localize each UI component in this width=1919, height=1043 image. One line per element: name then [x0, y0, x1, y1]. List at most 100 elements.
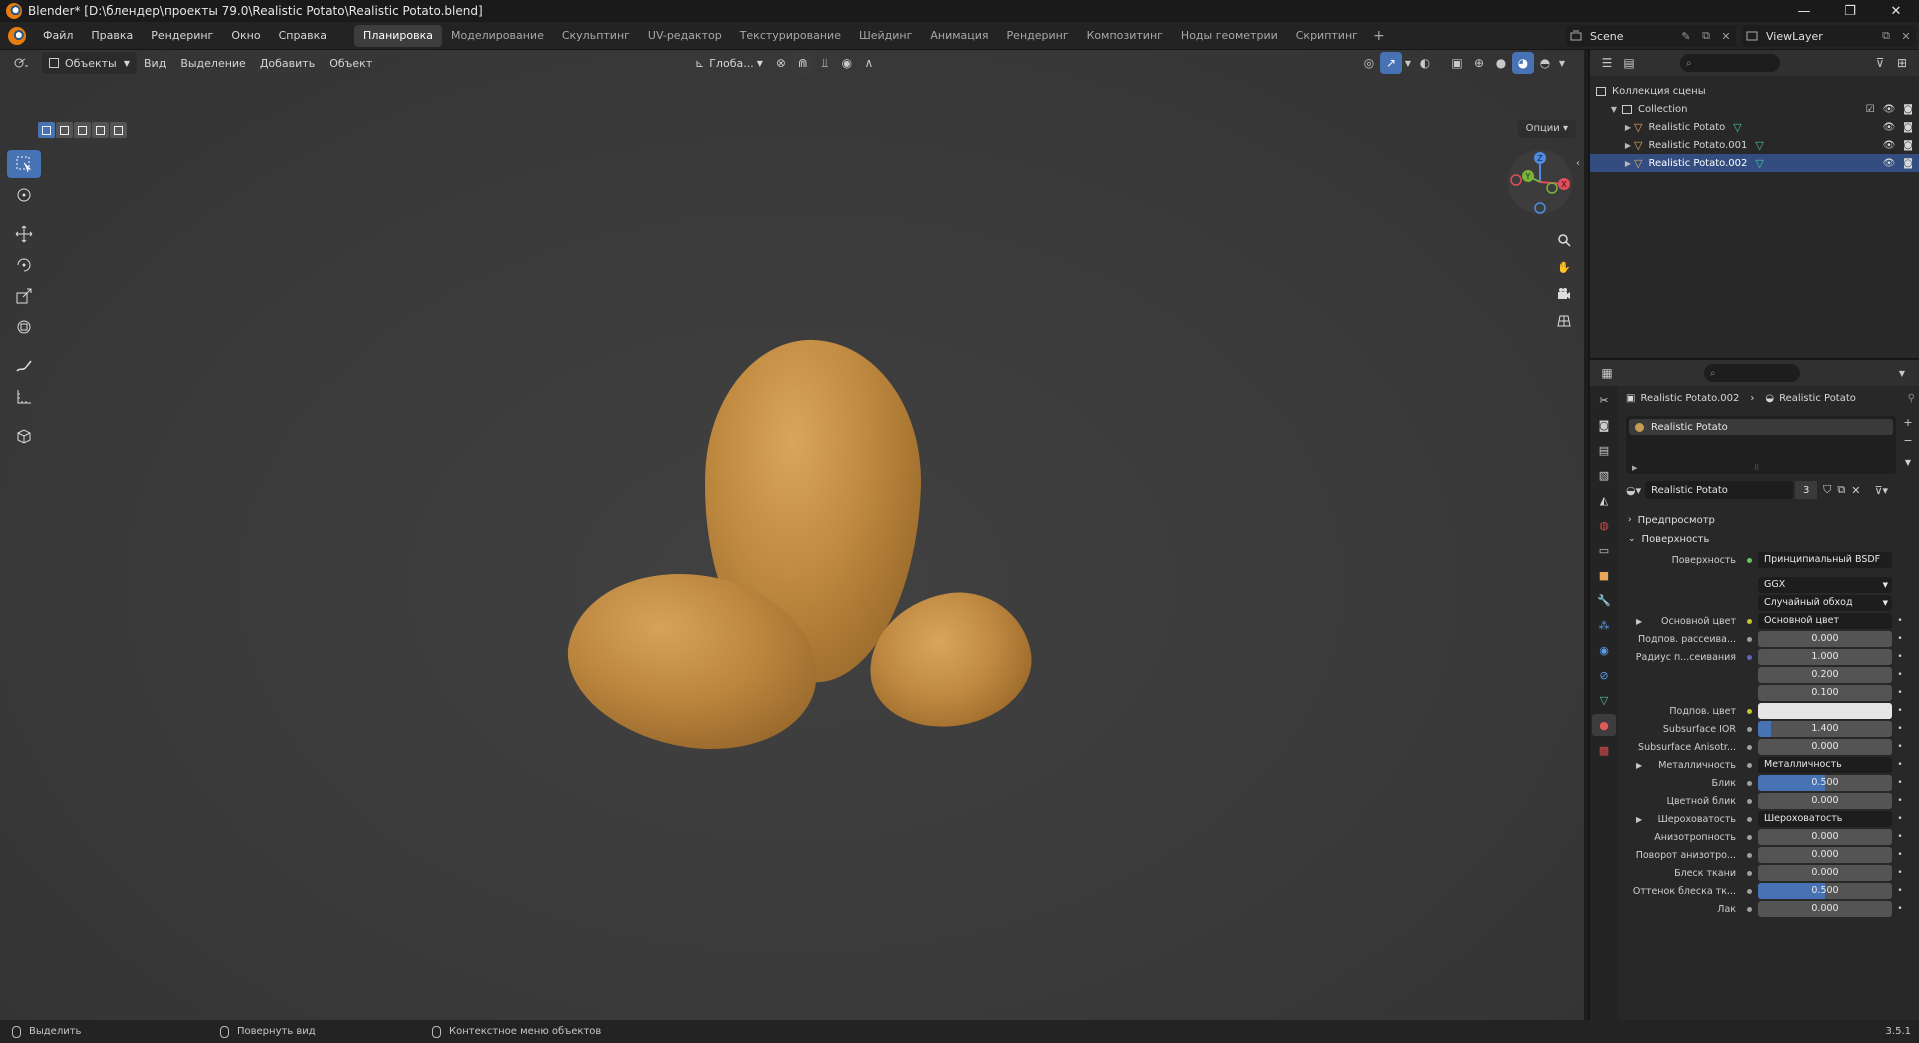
menu-view[interactable]: Вид: [137, 52, 173, 74]
property-value-field[interactable]: 0.000: [1758, 631, 1892, 647]
keyframe-dot-icon[interactable]: •: [1894, 778, 1906, 788]
new-scene-icon[interactable]: ⧉: [1696, 27, 1716, 45]
view-layer-name[interactable]: ViewLayer: [1766, 30, 1876, 43]
filter-icon[interactable]: ⊽: [1869, 52, 1891, 74]
socket-icon[interactable]: [1744, 742, 1754, 752]
eye-icon[interactable]: 👁: [1883, 104, 1896, 115]
interaction-mode-dropdown[interactable]: Объекты ▼: [42, 52, 137, 74]
keyframe-dot-icon[interactable]: •: [1894, 616, 1906, 626]
xray-icon[interactable]: ▣: [1446, 52, 1468, 74]
outliner-item-potato-002[interactable]: ▶ ▽ Realistic Potato.002 ▽ 👁 ◙: [1590, 154, 1919, 172]
remove-view-layer-icon[interactable]: ✕: [1896, 27, 1916, 45]
checkbox-icon[interactable]: ☑: [1866, 104, 1875, 115]
menu-window[interactable]: Окно: [222, 25, 269, 47]
menu-add[interactable]: Добавить: [253, 52, 322, 74]
gizmo-dropdown-icon[interactable]: ▼: [1402, 52, 1414, 74]
cursor-tool-icon[interactable]: [7, 181, 41, 209]
socket-icon[interactable]: [1744, 706, 1754, 716]
tab-sculpting[interactable]: Скульптинг: [553, 25, 639, 47]
material-users-count[interactable]: 3: [1795, 481, 1818, 499]
menu-render[interactable]: Рендеринг: [142, 25, 222, 47]
expand-input-icon[interactable]: ▶: [1636, 617, 1642, 626]
rendered-shading-icon[interactable]: ◓: [1534, 52, 1556, 74]
socket-icon[interactable]: [1744, 778, 1754, 788]
material-preview-shading-icon[interactable]: ◕: [1512, 52, 1534, 74]
outliner-editor-type-icon[interactable]: ☰: [1596, 52, 1618, 74]
tab-uv-editing[interactable]: UV-редактор: [639, 25, 731, 47]
tab-animation[interactable]: Анимация: [921, 25, 997, 47]
expand-icon[interactable]: ▶: [1622, 159, 1634, 168]
property-value-field[interactable]: [1758, 703, 1892, 719]
unlink-material-icon[interactable]: ✕: [1851, 484, 1860, 497]
keyframe-dot-icon[interactable]: •: [1894, 706, 1906, 716]
transform-tool-icon[interactable]: [7, 313, 41, 341]
property-value-field[interactable]: 1.000: [1758, 649, 1892, 665]
property-value-field[interactable]: 0.100: [1758, 685, 1892, 701]
property-value-field[interactable]: 0.000: [1758, 829, 1892, 845]
select-mode-intersect-icon[interactable]: [110, 122, 127, 138]
tab-geometry-nodes[interactable]: Ноды геометрии: [1172, 25, 1287, 47]
sidebar-toggle-icon[interactable]: ‹: [1576, 158, 1580, 169]
scale-tool-icon[interactable]: [7, 282, 41, 310]
socket-icon[interactable]: [1744, 832, 1754, 842]
mesh-data-icon[interactable]: ▽: [1733, 121, 1741, 134]
property-value-field[interactable]: 0.500: [1758, 883, 1892, 899]
rotate-tool-icon[interactable]: [7, 251, 41, 279]
eye-icon[interactable]: 👁: [1883, 122, 1896, 133]
mesh-data-icon[interactable]: ▽: [1755, 157, 1763, 170]
keyframe-dot-icon[interactable]: •: [1894, 760, 1906, 770]
surface-shader-field[interactable]: Принципиальный BSDF: [1758, 552, 1892, 568]
socket-icon[interactable]: [1744, 616, 1754, 626]
property-value-field[interactable]: 0.500: [1758, 775, 1892, 791]
blender-menu-icon[interactable]: [8, 26, 26, 45]
gizmo-toggle-icon[interactable]: ↗: [1380, 52, 1402, 74]
annotate-tool-icon[interactable]: [7, 352, 41, 380]
fake-user-icon[interactable]: ⛉: [1823, 483, 1831, 497]
keyframe-dot-icon[interactable]: •: [1894, 724, 1906, 734]
socket-icon[interactable]: [1744, 904, 1754, 914]
options-dropdown[interactable]: Опции ▾: [1517, 120, 1576, 138]
properties-search-input[interactable]: ⌕: [1704, 364, 1800, 382]
select-box-tool-icon[interactable]: [7, 150, 41, 178]
keyframe-dot-icon[interactable]: •: [1894, 796, 1906, 806]
camera-view-icon[interactable]: [1552, 282, 1576, 306]
chevron-down-icon[interactable]: ▼: [1891, 362, 1913, 384]
select-mode-subtract-icon[interactable]: [74, 122, 91, 138]
keyframe-dot-icon[interactable]: •: [1894, 634, 1906, 644]
transform-orientation-dropdown[interactable]: ⊾ Глоба... ▼: [688, 52, 770, 74]
select-mode-invert-icon[interactable]: [92, 122, 109, 138]
socket-icon[interactable]: [1744, 652, 1754, 662]
browse-material-icon[interactable]: ◒▾: [1626, 484, 1641, 497]
menu-edit[interactable]: Правка: [82, 25, 142, 47]
data-tab-icon[interactable]: ▽: [1592, 689, 1616, 711]
keyframe-dot-icon[interactable]: •: [1894, 688, 1906, 698]
move-tool-icon[interactable]: [7, 220, 41, 248]
keyframe-dot-icon[interactable]: •: [1894, 832, 1906, 842]
visibility-filter-icon[interactable]: ◎: [1358, 52, 1380, 74]
tool-tab-icon[interactable]: ✂: [1592, 389, 1616, 411]
socket-icon[interactable]: [1744, 886, 1754, 896]
property-value-field[interactable]: Металличность: [1758, 757, 1892, 773]
keyframe-dot-icon[interactable]: •: [1894, 868, 1906, 878]
overlays-icon[interactable]: ◐: [1414, 52, 1436, 74]
editor-type-icon[interactable]: [6, 52, 36, 74]
pin-icon[interactable]: ⚲: [1908, 393, 1915, 404]
scene-name[interactable]: Scene: [1590, 30, 1676, 43]
outliner-scene-collection[interactable]: Коллекция сцены: [1590, 82, 1919, 100]
solid-shading-icon[interactable]: ●: [1490, 52, 1512, 74]
preview-panel-header[interactable]: › Предпросмотр: [1620, 510, 1919, 530]
select-mode-new-icon[interactable]: [38, 122, 55, 138]
remove-slot-icon[interactable]: −: [1899, 434, 1917, 450]
properties-editor-type-icon[interactable]: ▦: [1596, 362, 1618, 384]
navigation-gizmo[interactable]: Z X Y: [1506, 148, 1574, 216]
tab-compositing[interactable]: Композитинг: [1078, 25, 1172, 47]
texture-tab-icon[interactable]: ▩: [1592, 739, 1616, 761]
menu-select[interactable]: Выделение: [173, 52, 253, 74]
pin-icon[interactable]: ✎: [1676, 27, 1696, 45]
link-type-icon[interactable]: ⊽▾: [1874, 484, 1888, 497]
scene-tab-icon[interactable]: ◭: [1592, 489, 1616, 511]
socket-icon[interactable]: [1744, 634, 1754, 644]
tab-scripting[interactable]: Скриптинг: [1287, 25, 1367, 47]
constraints-tab-icon[interactable]: ⊘: [1592, 664, 1616, 686]
eye-icon[interactable]: 👁: [1883, 158, 1896, 169]
